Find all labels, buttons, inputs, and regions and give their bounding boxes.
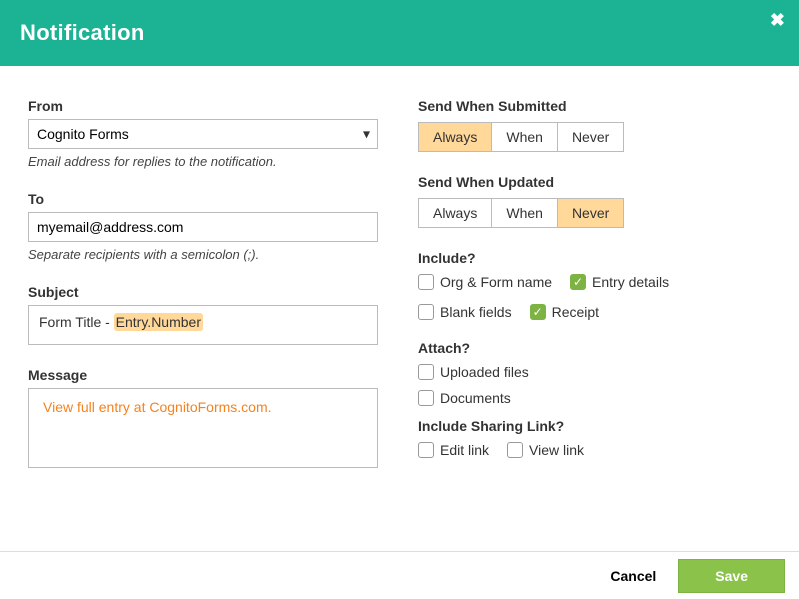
sharing-label: Include Sharing Link?	[418, 418, 771, 434]
checkbox-blank-fields[interactable]: Blank fields	[418, 304, 512, 320]
checkbox-documents[interactable]: Documents	[418, 390, 771, 406]
modal-footer: Cancel Save	[0, 551, 799, 599]
checkbox-icon	[418, 442, 434, 458]
to-input[interactable]	[28, 212, 378, 242]
send-submitted-group: Always When Never	[418, 122, 624, 152]
to-field-group: To Separate recipients with a semicolon …	[28, 191, 378, 262]
from-select-wrap[interactable]: Cognito Forms ▾	[28, 119, 378, 149]
checkbox-label: Edit link	[440, 442, 489, 458]
sharing-checkboxes: Edit link View link	[418, 442, 771, 458]
right-column: Send When Submitted Always When Never Se…	[418, 98, 771, 551]
checkbox-entry-details[interactable]: ✓ Entry details	[570, 274, 669, 290]
segment-always-2[interactable]: Always	[418, 198, 492, 228]
checkbox-icon	[507, 442, 523, 458]
modal-title: Notification	[20, 20, 145, 46]
to-hint: Separate recipients with a semicolon (;)…	[28, 247, 378, 262]
segment-never[interactable]: Never	[558, 122, 624, 152]
checkbox-view-link[interactable]: View link	[507, 442, 584, 458]
subject-label: Subject	[28, 284, 378, 300]
send-submitted-label: Send When Submitted	[418, 98, 771, 114]
send-updated-label: Send When Updated	[418, 174, 771, 190]
attach-checkboxes: Uploaded files Documents	[418, 364, 771, 406]
checkbox-receipt[interactable]: ✓ Receipt	[530, 304, 599, 320]
close-icon[interactable]: ✖	[770, 10, 785, 31]
message-link[interactable]: View full entry at CognitoForms.com.	[43, 399, 272, 415]
segment-never-2[interactable]: Never	[558, 198, 624, 228]
checkbox-label: Entry details	[592, 274, 669, 290]
from-select[interactable]: Cognito Forms	[28, 119, 378, 149]
checkbox-icon	[418, 274, 434, 290]
modal-header: Notification ✖	[0, 0, 799, 66]
from-label: From	[28, 98, 378, 114]
checkbox-icon: ✓	[570, 274, 586, 290]
checkbox-label: Documents	[440, 390, 511, 406]
message-input[interactable]: View full entry at CognitoForms.com.	[28, 388, 378, 468]
subject-field-group: Subject Form Title - Entry.Number	[28, 284, 378, 345]
include-checkboxes: Org & Form name ✓ Entry details Blank fi…	[418, 274, 771, 320]
checkbox-label: Blank fields	[440, 304, 512, 320]
checkbox-label: Org & Form name	[440, 274, 552, 290]
checkbox-uploaded-files[interactable]: Uploaded files	[418, 364, 771, 380]
left-column: From Cognito Forms ▾ Email address for r…	[28, 98, 378, 551]
checkbox-icon: ✓	[530, 304, 546, 320]
checkbox-label: Uploaded files	[440, 364, 529, 380]
segment-when[interactable]: When	[492, 122, 558, 152]
to-label: To	[28, 191, 378, 207]
checkbox-label: View link	[529, 442, 584, 458]
checkbox-icon	[418, 304, 434, 320]
message-label: Message	[28, 367, 378, 383]
modal-content: From Cognito Forms ▾ Email address for r…	[0, 66, 799, 551]
send-updated-group: Always When Never	[418, 198, 624, 228]
checkbox-org-form-name[interactable]: Org & Form name	[418, 274, 552, 290]
message-field-group: Message View full entry at CognitoForms.…	[28, 367, 378, 468]
subject-prefix: Form Title -	[39, 314, 114, 330]
cancel-button[interactable]: Cancel	[610, 568, 656, 584]
checkbox-icon	[418, 390, 434, 406]
checkbox-edit-link[interactable]: Edit link	[418, 442, 489, 458]
from-hint: Email address for replies to the notific…	[28, 154, 378, 169]
checkbox-icon	[418, 364, 434, 380]
attach-label: Attach?	[418, 340, 771, 356]
include-label: Include?	[418, 250, 771, 266]
segment-when-2[interactable]: When	[492, 198, 558, 228]
checkbox-label: Receipt	[552, 304, 599, 320]
save-button[interactable]: Save	[678, 559, 785, 593]
subject-input[interactable]: Form Title - Entry.Number	[28, 305, 378, 345]
from-field-group: From Cognito Forms ▾ Email address for r…	[28, 98, 378, 169]
subject-token[interactable]: Entry.Number	[114, 313, 203, 331]
segment-always[interactable]: Always	[418, 122, 492, 152]
